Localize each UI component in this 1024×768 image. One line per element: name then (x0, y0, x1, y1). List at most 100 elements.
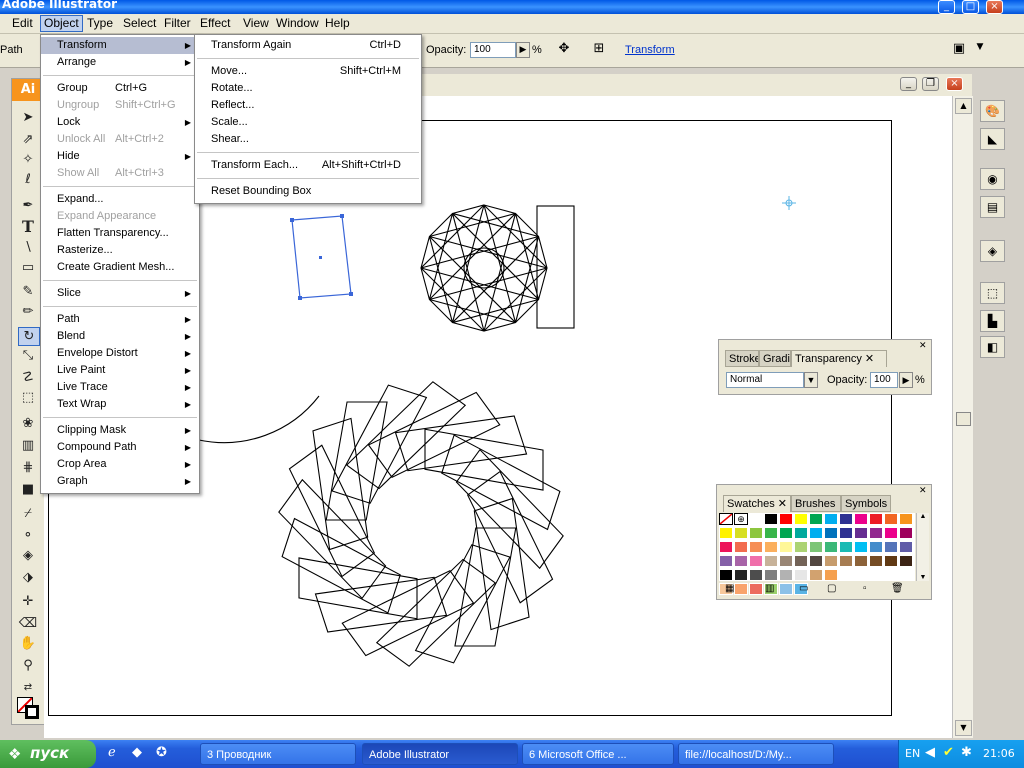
object-menu-item-path[interactable]: Path ▶ (41, 311, 199, 328)
doc-close-button[interactable]: × (946, 77, 963, 91)
swatch[interactable] (779, 527, 793, 539)
swatch[interactable] (719, 569, 733, 581)
align-icon[interactable]: ⊞ (588, 41, 610, 59)
direct-selection-tool-icon[interactable]: ⇗ (18, 131, 38, 148)
swatch[interactable] (719, 555, 733, 567)
swatch[interactable] (824, 555, 838, 567)
swatch[interactable] (749, 527, 763, 539)
layers-panel-icon[interactable]: ◈ (980, 240, 1005, 262)
control-menu-icon[interactable]: ▼ (974, 42, 986, 60)
object-menu-item-live-trace[interactable]: Live Trace ▶ (41, 379, 199, 396)
tab-gradient[interactable]: Gradient (759, 350, 791, 367)
opacity-arrow-button[interactable]: ▶ (516, 42, 530, 58)
swatch[interactable] (869, 541, 883, 553)
object-menu-item-arrange[interactable]: Arrange ▶ (41, 54, 199, 71)
menu-help[interactable]: Help (322, 16, 353, 31)
bug-icon[interactable]: ✱ (961, 745, 972, 760)
new-color-group-icon[interactable]: ▢ (827, 583, 836, 594)
swatch[interactable] (809, 527, 823, 539)
swatch[interactable] (734, 569, 748, 581)
swatch[interactable] (824, 541, 838, 553)
swatch[interactable] (839, 541, 853, 553)
swatch[interactable] (764, 555, 778, 567)
maximize-button[interactable]: □ (962, 0, 979, 14)
task-browser[interactable]: file://localhost/D:/My... (678, 743, 834, 765)
tray-arrow-icon[interactable]: ◀ (925, 745, 935, 760)
swatch[interactable] (764, 569, 778, 581)
swatch[interactable] (749, 513, 763, 525)
transform-menu-item-reset-bounding-box[interactable]: Reset Bounding Box (195, 183, 421, 200)
eyedropper-tool-icon[interactable]: ⌿ (18, 505, 38, 522)
menu-window[interactable]: Window (273, 16, 322, 31)
quicklaunch-ie-icon[interactable]: ℯ (108, 745, 116, 760)
swatch[interactable] (794, 527, 808, 539)
language-indicator[interactable]: EN (905, 747, 920, 760)
selected-rectangle[interactable] (290, 214, 353, 300)
zoom-tool-icon[interactable]: ⚲ (18, 657, 38, 674)
color-panel-icon[interactable]: 🎨 (980, 100, 1005, 122)
task-illustrator[interactable]: Adobe Illustrator (362, 743, 518, 765)
object-menu-item-slice[interactable]: Slice ▶ (41, 285, 199, 302)
delete-swatch-icon[interactable]: 🗑 (891, 583, 904, 594)
swatch[interactable] (809, 513, 823, 525)
rotated-rectangles-flower[interactable] (278, 381, 564, 667)
object-menu-item-flatten-transparency[interactable]: Flatten Transparency... (41, 225, 199, 242)
swatch[interactable] (749, 555, 763, 567)
warp-tool-icon[interactable]: ☡ (18, 369, 38, 386)
line-tool-icon[interactable]: ∖ (18, 239, 38, 256)
antivirus-icon[interactable]: ✔ (943, 745, 954, 760)
blend-tool-icon[interactable]: ⚬ (18, 527, 38, 544)
transform-link[interactable]: Transform (625, 44, 675, 56)
swatch[interactable] (734, 583, 748, 595)
arc-shape[interactable] (198, 395, 320, 444)
object-menu-item-clipping-mask[interactable]: Clipping Mask ▶ (41, 422, 199, 439)
tab-transparency[interactable]: Transparency ✕ (791, 350, 887, 367)
swatch[interactable] (884, 541, 898, 553)
object-menu-item-create-gradient-mesh[interactable]: Create Gradient Mesh... (41, 259, 199, 276)
task-explorer[interactable]: 3 Проводник (200, 743, 356, 765)
bridge-icon[interactable]: ▣ (948, 41, 970, 59)
align-panel-icon[interactable]: ▙ (980, 310, 1005, 332)
swatch[interactable] (854, 527, 868, 539)
swatch[interactable] (854, 541, 868, 553)
paintbrush-tool-icon[interactable]: ✎ (18, 283, 38, 300)
swatch[interactable] (839, 527, 853, 539)
slice-tool-icon[interactable]: ✛ (18, 593, 38, 610)
menu-filter[interactable]: Filter (161, 16, 194, 31)
close-button[interactable]: × (986, 0, 1003, 14)
blend-mode-select[interactable]: Normal (726, 372, 804, 388)
swatch[interactable] (824, 513, 838, 525)
object-menu-item-group[interactable]: Group Ctrl+G (41, 80, 199, 97)
doc-restore-button[interactable]: ❐ (922, 77, 939, 91)
gradient-tool-icon[interactable]: ■ (18, 481, 38, 498)
pen-tool-icon[interactable]: ✒ (18, 197, 38, 214)
task-word[interactable]: 6 Microsoft Office ... (522, 743, 674, 765)
swatch[interactable] (869, 555, 883, 567)
scroll-down-icon[interactable]: ▼ (955, 720, 972, 736)
object-menu-item-lock[interactable]: Lock ▶ (41, 114, 199, 131)
opacity-input[interactable]: 100 (470, 42, 516, 58)
object-menu-item-transform[interactable]: Transform ▶ (41, 37, 199, 54)
eraser-tool-icon[interactable]: ⌫ (18, 615, 38, 632)
swatch[interactable] (779, 569, 793, 581)
transform-menu-item-move[interactable]: Move... Shift+Ctrl+M (195, 63, 421, 80)
swatch-library-icon[interactable]: ▦ (725, 583, 734, 594)
menu-object[interactable]: Object (40, 15, 83, 32)
hand-tool-icon[interactable]: ✋ (18, 635, 38, 652)
swatch[interactable] (719, 541, 733, 553)
menu-view[interactable]: View (240, 16, 272, 31)
panel-close-icon[interactable]: ✕ (919, 340, 927, 351)
swatch[interactable] (719, 527, 733, 539)
swatch[interactable] (764, 527, 778, 539)
star-polygon[interactable] (420, 204, 548, 332)
transform-panel-icon[interactable]: ⬚ (980, 282, 1005, 304)
swatch[interactable] (809, 555, 823, 567)
minimize-button[interactable]: _ (938, 0, 955, 14)
object-menu-item-crop-area[interactable]: Crop Area ▶ (41, 456, 199, 473)
swatch[interactable] (794, 569, 808, 581)
swatch-kinds-icon[interactable]: ▥ (765, 583, 774, 594)
symbol-sprayer-tool-icon[interactable]: ❀ (18, 415, 38, 432)
default-colors-icon[interactable]: ⇄ (18, 679, 38, 696)
gradient-panel-icon[interactable]: ◣ (980, 128, 1005, 150)
swatch-scroll-down-icon[interactable]: ▼ (917, 574, 929, 581)
